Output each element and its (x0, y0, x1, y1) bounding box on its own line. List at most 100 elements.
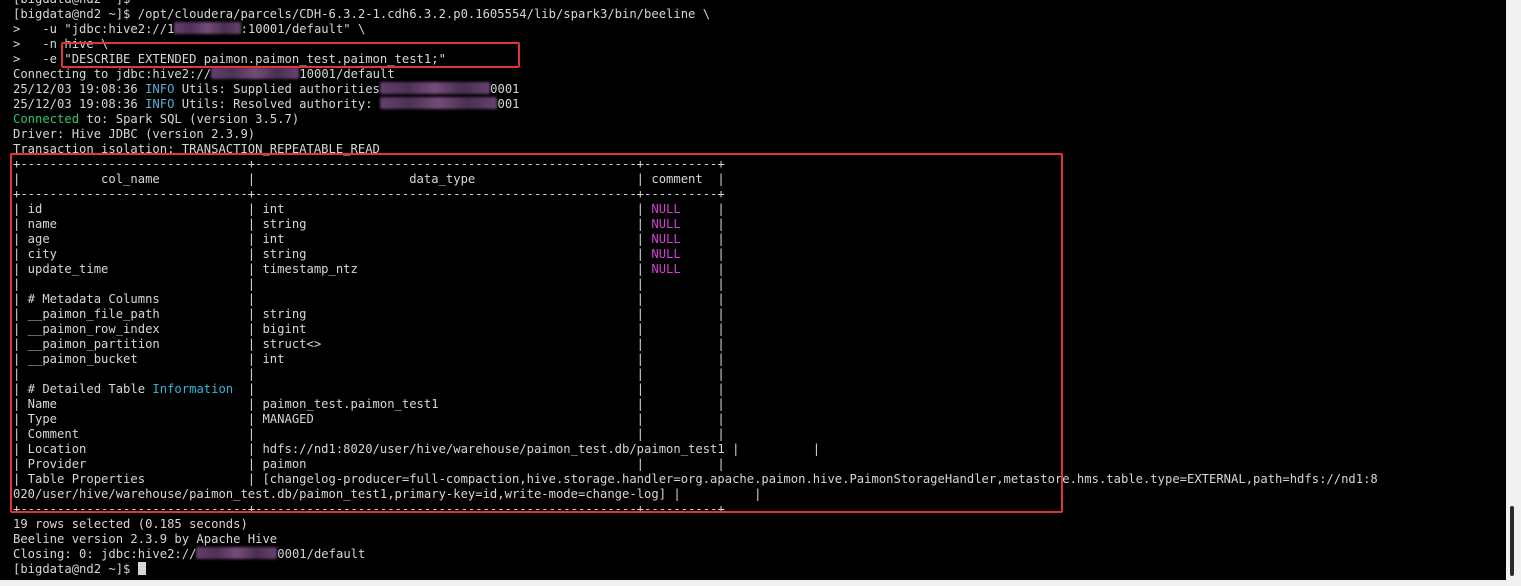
text-segment: > -n hive \ (13, 37, 109, 51)
terminal-line: | id | int | NULL | (13, 202, 1378, 217)
text-segment: 10001/default (299, 67, 395, 81)
text-segment: 020/user/hive/warehouse/paimon_test.db/p… (13, 487, 762, 501)
terminal-line: +-------------------------------+-------… (13, 187, 1378, 202)
text-segment: > -u "jdbc:hive2://1 (13, 22, 175, 36)
scrollbar-thumb[interactable] (1510, 506, 1514, 576)
text-segment: Utils: Supplied authorities (174, 82, 380, 96)
text-kw: Information (152, 382, 234, 396)
text-segment: | | | | (13, 277, 725, 291)
text-segment: | # Detailed Table (13, 382, 153, 396)
terminal-window[interactable]: [bigdata@nd2 ~]$[bigdata@nd2 ~]$ /opt/cl… (0, 0, 1506, 580)
terminal-line: > -n hive \ (13, 37, 1378, 52)
terminal-line: [bigdata@nd2 ~]$ /opt/cloudera/parcels/C… (13, 7, 1378, 22)
text-segment: | (680, 217, 725, 231)
text-ok: Connected (13, 112, 80, 126)
text-segment: to: Spark SQL (version 3.5.7) (79, 112, 300, 126)
redacted-host (379, 82, 491, 94)
text-segment: | | | | (13, 367, 725, 381)
terminal-line: | # Metadata Columns | | | (13, 292, 1378, 307)
terminal-line: > -e "DESCRIBE EXTENDED paimon.paimon_te… (13, 52, 1378, 67)
text-segment: +-------------------------------+-------… (13, 502, 725, 516)
text-segment: Closing: 0: jdbc:hive2:// (13, 547, 197, 561)
text-null: NULL (651, 202, 681, 216)
terminal-line: Connecting to jdbc:hive2:// 10001/default (13, 67, 1378, 82)
text-segment: 0001 (490, 82, 520, 96)
terminal-line: | name | string | NULL | (13, 217, 1378, 232)
text-segment: | | | (233, 382, 725, 396)
text-segment: > -e "DESCRIBE EXTENDED paimon.paimon_te… (13, 52, 446, 66)
text-null: NULL (651, 247, 681, 261)
text-segment: [bigdata@nd2 ~]$ /opt/cloudera/parcels/C… (13, 7, 711, 21)
terminal-line: | __paimon_bucket | int | | (13, 352, 1378, 367)
terminal-line: | Provider | paimon | | (13, 457, 1378, 472)
terminal-line: Transaction isolation: TRANSACTION_REPEA… (13, 142, 1378, 157)
terminal-line: | age | int | NULL | (13, 232, 1378, 247)
terminal-line: Closing: 0: jdbc:hive2:// 0001/default (13, 547, 1378, 562)
terminal-line: > -u "jdbc:hive2://1 :10001/default" \ (13, 22, 1378, 37)
text-segment: | __paimon_row_index | bigint | | (13, 322, 725, 336)
text-null: NULL (651, 232, 681, 246)
text-segment: Driver: Hive JDBC (version 2.3.9) (13, 127, 256, 141)
terminal-line: [bigdata@nd2 ~]$ (13, 562, 1378, 577)
terminal-line: | # Detailed Table Information | | | (13, 382, 1378, 397)
terminal-line: | __paimon_row_index | bigint | | (13, 322, 1378, 337)
text-segment: 001 (497, 97, 520, 111)
text-segment: 19 rows selected (0.185 seconds) (13, 517, 248, 531)
text-segment: +-------------------------------+-------… (13, 157, 725, 171)
text-segment: | id | int | (13, 202, 652, 216)
terminal-line: | | | | (13, 367, 1378, 382)
text-segment: | Table Properties | [changelog-producer… (13, 472, 1378, 486)
text-segment: [bigdata@nd2 ~]$ (13, 0, 130, 6)
terminal-line: +-------------------------------+-------… (13, 157, 1378, 172)
text-segment: | update_time | timestamp_ntz | (13, 262, 652, 276)
text-segment: | Location | hdfs://nd1:8020/user/hive/w… (13, 442, 821, 456)
text-segment: 25/12/03 19:08:36 (13, 82, 146, 96)
text-null: NULL (651, 262, 681, 276)
redacted-host (174, 22, 241, 34)
text-segment: | Name | paimon_test.paimon_test1 | | (13, 397, 725, 411)
terminal-line: | col_name | data_type | comment | (13, 172, 1378, 187)
terminal-line: | update_time | timestamp_ntz | NULL | (13, 262, 1378, 277)
terminal-line: [bigdata@nd2 ~]$ (13, 0, 1378, 7)
text-null: NULL (651, 217, 681, 231)
text-segment: | col_name | data_type | comment | (13, 172, 725, 186)
text-segment: | (680, 202, 725, 216)
text-segment: | age | int | (13, 232, 652, 246)
terminal-line: Beeline version 2.3.9 by Apache Hive (13, 532, 1378, 547)
text-segment: | (680, 262, 725, 276)
terminal-line: | Location | hdfs://nd1:8020/user/hive/w… (13, 442, 1378, 457)
text-info: INFO (145, 97, 175, 111)
terminal-line: 19 rows selected (0.185 seconds) (13, 517, 1378, 532)
text-segment: | Type | MANAGED | | (13, 412, 725, 426)
text-segment: | __paimon_file_path | string | | (13, 307, 725, 321)
terminal-line: | Name | paimon_test.paimon_test1 | | (13, 397, 1378, 412)
terminal-line: | city | string | NULL | (13, 247, 1378, 262)
terminal-line: Connected to: Spark SQL (version 3.5.7) (13, 112, 1378, 127)
terminal-line: +-------------------------------+-------… (13, 502, 1378, 517)
text-segment: Connecting to jdbc:hive2:// (13, 67, 212, 81)
vertical-scrollbar[interactable] (1506, 0, 1521, 586)
text-segment: | Provider | paimon | | (13, 457, 725, 471)
text-segment: 0001/default (277, 547, 366, 561)
text-segment: | city | string | (13, 247, 652, 261)
text-cursor (137, 562, 146, 575)
redacted-host (211, 67, 300, 79)
text-segment: 25/12/03 19:08:36 (13, 97, 146, 111)
redacted-host (379, 97, 498, 109)
text-segment: :10001/default" \ (240, 22, 366, 36)
text-segment: | # Metadata Columns | | | (13, 292, 725, 306)
text-segment: Beeline version 2.3.9 by Apache Hive (13, 532, 278, 546)
terminal-line: 25/12/03 19:08:36 INFO Utils: Supplied a… (13, 82, 1378, 97)
window-bottom-edge (0, 580, 1506, 586)
terminal-line: 25/12/03 19:08:36 INFO Utils: Resolved a… (13, 97, 1378, 112)
terminal-line: 020/user/hive/warehouse/paimon_test.db/p… (13, 487, 1378, 502)
terminal-line: Driver: Hive JDBC (version 2.3.9) (13, 127, 1378, 142)
terminal-line: | __paimon_file_path | string | | (13, 307, 1378, 322)
text-segment: [bigdata@nd2 ~]$ (13, 562, 138, 576)
text-segment: | __paimon_bucket | int | | (13, 352, 725, 366)
terminal-line: | Table Properties | [changelog-producer… (13, 472, 1378, 487)
text-segment: +-------------------------------+-------… (13, 187, 725, 201)
text-segment: | Comment | | | (13, 427, 725, 441)
terminal-line: | Comment | | | (13, 427, 1378, 442)
text-segment: | __paimon_partition | struct<> | | (13, 337, 725, 351)
